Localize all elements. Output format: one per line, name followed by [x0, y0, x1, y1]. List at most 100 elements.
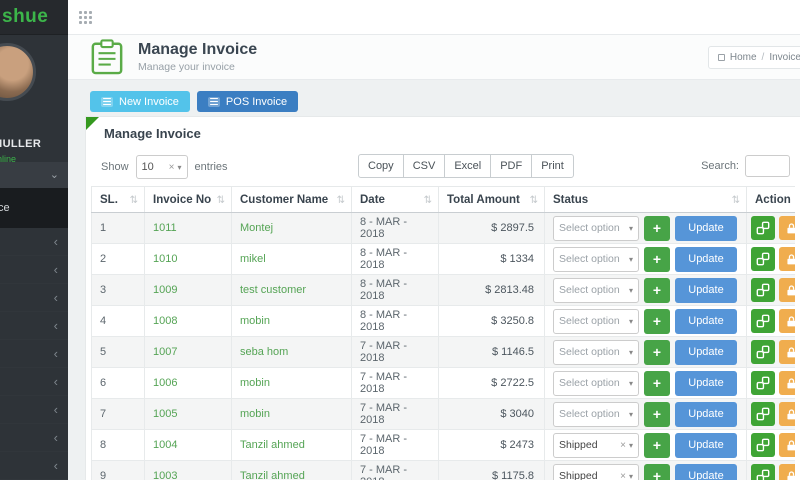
add-status-button[interactable]: +: [644, 308, 670, 334]
lock-action-button[interactable]: [779, 402, 795, 426]
column-header-customer-name[interactable]: Customer Name ⇅: [231, 186, 352, 213]
add-status-button[interactable]: +: [644, 339, 670, 365]
page-length-select[interactable]: 10 × ▾: [135, 155, 188, 179]
sidebar-item[interactable]: ‹: [0, 312, 68, 340]
link-action-button[interactable]: [751, 433, 775, 457]
clear-selection-icon[interactable]: ×: [620, 440, 626, 451]
breadcrumb-home[interactable]: Home: [730, 52, 757, 63]
update-button[interactable]: Update: [675, 277, 737, 303]
invoice-no-link[interactable]: 1005: [153, 408, 177, 420]
status-select[interactable]: Select option ▾: [553, 401, 639, 427]
amount-cell: $ 1175.8: [438, 460, 545, 480]
add-status-button[interactable]: +: [644, 370, 670, 396]
invoice-no-link[interactable]: 1008: [153, 315, 177, 327]
column-header-date[interactable]: Date ⇅: [351, 186, 439, 213]
status-select[interactable]: Select option ▾: [553, 277, 639, 303]
update-button[interactable]: Update: [675, 246, 737, 272]
invoice-no-link[interactable]: 1009: [153, 284, 177, 296]
update-button[interactable]: Update: [675, 308, 737, 334]
customer-name-link[interactable]: Tanzil ahmed: [240, 470, 305, 480]
sidebar-item[interactable]: ‹: [0, 368, 68, 396]
customer-name-link[interactable]: seba hom: [240, 346, 288, 358]
invoice-no-link[interactable]: 1006: [153, 377, 177, 389]
customer-name-cell: seba hom: [231, 336, 352, 368]
status-select[interactable]: Select option ▾: [553, 215, 639, 241]
sidebar-item[interactable]: ‹: [0, 340, 68, 368]
add-status-button[interactable]: +: [644, 401, 670, 427]
status-select[interactable]: Select option ▾: [553, 246, 639, 272]
chevron-down-icon: ▾: [628, 285, 633, 295]
update-button[interactable]: Update: [675, 401, 737, 427]
add-status-button[interactable]: +: [644, 215, 670, 241]
customer-name-link[interactable]: test customer: [240, 284, 306, 296]
export-pdf-button[interactable]: PDF: [490, 154, 533, 178]
sidebar-item[interactable]: ‹: [0, 284, 68, 312]
lock-action-button[interactable]: [779, 464, 795, 480]
invoice-no-link[interactable]: 1010: [153, 253, 177, 265]
column-header-sl[interactable]: SL. ⇅: [91, 186, 145, 213]
sidebar-item[interactable]: ‹: [0, 424, 68, 452]
invoice-no-link[interactable]: 1004: [153, 439, 177, 451]
update-button[interactable]: Update: [675, 370, 737, 396]
customer-name-link[interactable]: Montej: [240, 222, 273, 234]
status-select[interactable]: Shipped × ▾: [553, 432, 639, 458]
add-status-button[interactable]: +: [644, 432, 670, 458]
status-select[interactable]: Select option ▾: [553, 370, 639, 396]
update-button[interactable]: Update: [675, 432, 737, 458]
column-header-invoice-no[interactable]: Invoice No ⇅: [144, 186, 232, 213]
update-button[interactable]: Update: [675, 463, 737, 480]
status-select[interactable]: Select option ▾: [553, 308, 639, 334]
update-button[interactable]: Update: [675, 339, 737, 365]
sidebar-item[interactable]: ‹: [0, 452, 68, 480]
pos-invoice-button[interactable]: POS Invoice: [196, 91, 299, 112]
clear-selection-icon[interactable]: ×: [620, 471, 626, 480]
sidebar-item[interactable]: ‹: [0, 396, 68, 424]
grid-menu-icon[interactable]: [79, 10, 92, 24]
column-header-status[interactable]: Status ⇅: [544, 186, 747, 213]
export-print-button[interactable]: Print: [531, 154, 574, 178]
export-excel-button[interactable]: Excel: [444, 154, 492, 178]
column-header-total-amount[interactable]: Total Amount ⇅: [438, 186, 545, 213]
link-action-button[interactable]: [751, 464, 775, 480]
lock-action-button[interactable]: [779, 371, 795, 395]
customer-name-link[interactable]: Tanzil ahmed: [240, 439, 305, 451]
link-action-button[interactable]: [751, 309, 775, 333]
link-action-button[interactable]: [751, 247, 775, 271]
customer-name-link[interactable]: mobin: [240, 377, 270, 389]
lock-action-button[interactable]: [779, 433, 795, 457]
clear-selection-icon[interactable]: ×: [169, 162, 175, 173]
invoice-no-link[interactable]: 1003: [153, 470, 177, 480]
lock-action-button[interactable]: [779, 247, 795, 271]
update-button[interactable]: Update: [675, 215, 737, 241]
lock-action-button[interactable]: [779, 340, 795, 364]
sidebar-item[interactable]: ‹: [0, 256, 68, 284]
sidebar-menu: ‹ ‹ ‹ ‹ ‹ ‹ ‹ ‹ ‹: [0, 228, 68, 480]
sidebar-item-manage-invoice[interactable]: Manage Invoice: [0, 188, 68, 228]
invoice-no-link[interactable]: 1011: [153, 222, 177, 234]
new-invoice-button[interactable]: New Invoice: [90, 91, 190, 112]
search-input[interactable]: [745, 155, 790, 177]
link-action-button[interactable]: [751, 340, 775, 364]
invoice-no-link[interactable]: 1007: [153, 346, 177, 358]
link-action-button[interactable]: [751, 402, 775, 426]
link-action-button[interactable]: [751, 216, 775, 240]
export-csv-button[interactable]: CSV: [402, 154, 446, 178]
sidebar-collapse-toggle[interactable]: ⌄: [0, 162, 68, 188]
breadcrumb-invoice[interactable]: Invoice: [769, 52, 800, 63]
link-action-button[interactable]: [751, 371, 775, 395]
customer-name-link[interactable]: mikel: [240, 253, 266, 265]
add-status-button[interactable]: +: [644, 463, 670, 480]
status-select[interactable]: Shipped × ▾: [553, 463, 639, 480]
lock-action-button[interactable]: [779, 278, 795, 302]
status-select[interactable]: Select option ▾: [553, 339, 639, 365]
amount-cell: $ 3040: [438, 398, 545, 430]
customer-name-link[interactable]: mobin: [240, 408, 270, 420]
sidebar-item[interactable]: ‹: [0, 228, 68, 256]
link-action-button[interactable]: [751, 278, 775, 302]
export-copy-button[interactable]: Copy: [358, 154, 404, 178]
add-status-button[interactable]: +: [644, 277, 670, 303]
lock-action-button[interactable]: [779, 216, 795, 240]
lock-action-button[interactable]: [779, 309, 795, 333]
customer-name-link[interactable]: mobin: [240, 315, 270, 327]
add-status-button[interactable]: +: [644, 246, 670, 272]
